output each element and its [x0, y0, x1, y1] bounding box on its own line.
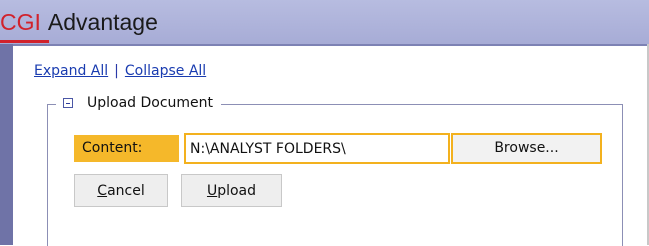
expand-all-link[interactable]: Expand All: [34, 63, 108, 79]
cancel-mnemonic: C: [97, 182, 108, 199]
left-sidebar-bar: [0, 44, 13, 245]
upload-button[interactable]: Upload: [181, 174, 282, 207]
upload-label-rest: pload: [217, 182, 257, 199]
app-header: CGI Advantage: [0, 0, 649, 44]
expand-collapse-links: Expand All | Collapse All: [34, 63, 206, 79]
upload-document-legend: Upload Document: [56, 93, 222, 113]
logo-underline: [0, 40, 49, 43]
link-separator: |: [114, 63, 119, 79]
content-file-input[interactable]: [184, 133, 450, 164]
content-label: Content:: [74, 135, 179, 162]
cancel-label-rest: ancel: [107, 182, 145, 199]
collapse-toggle-icon[interactable]: [63, 98, 73, 108]
logo-app-name: Advantage: [47, 9, 158, 35]
cancel-button[interactable]: Cancel: [74, 174, 168, 207]
app-logo: CGI Advantage: [0, 9, 158, 35]
browse-button[interactable]: Browse...: [451, 133, 602, 164]
header-divider: [13, 44, 649, 46]
upload-document-title: Upload Document: [87, 95, 214, 111]
logo-cgi-text: CGI: [0, 9, 41, 35]
upload-mnemonic: U: [206, 182, 218, 199]
collapse-all-link[interactable]: Collapse All: [125, 63, 206, 79]
